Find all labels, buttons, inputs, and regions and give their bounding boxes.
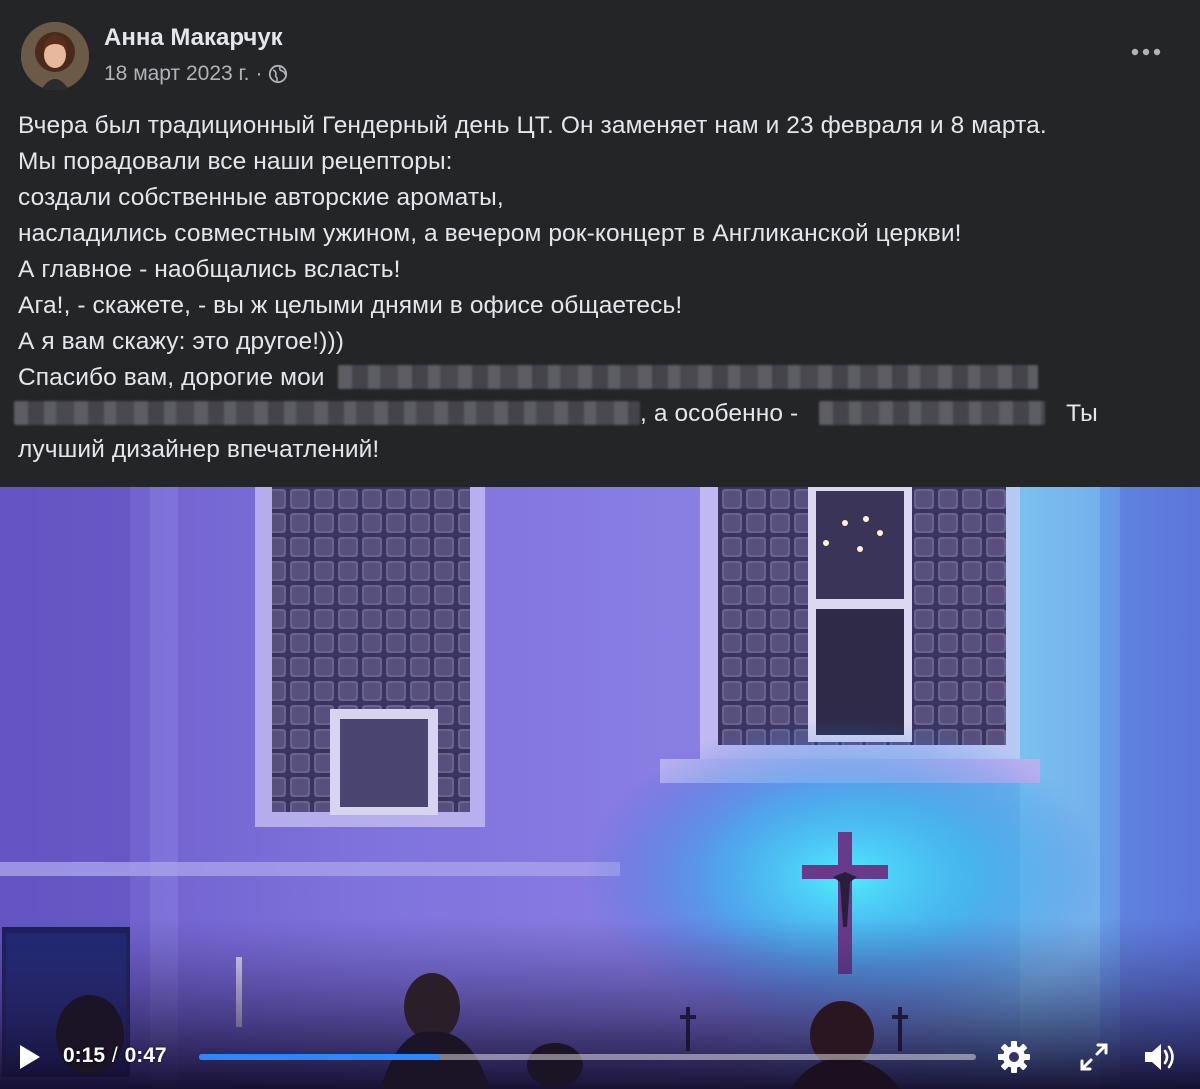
especially-text: , а особенно -	[640, 400, 799, 427]
fullscreen-icon	[1080, 1043, 1108, 1071]
globe-icon	[268, 64, 288, 84]
video-controls: 0:15 / 0:47	[0, 1022, 1200, 1089]
post-text-line: создали собственные авторские ароматы,	[18, 184, 504, 211]
post-text-line-especially: , а особенно - Ты	[14, 396, 1188, 432]
meta-separator: ·	[255, 62, 263, 85]
video-progress-fill	[199, 1054, 440, 1060]
settings-button[interactable]	[996, 1039, 1032, 1075]
more-horizontal-icon	[1131, 48, 1161, 56]
blurred-mentions	[14, 401, 640, 425]
you-text: Ты	[1066, 400, 1098, 427]
post-date[interactable]: 18 март 2023 г.	[104, 62, 249, 86]
current-time: 0:15	[63, 1044, 106, 1067]
thanks-text: Спасибо вам, дорогие мои	[18, 364, 325, 391]
post-text-line: А я вам скажу: это другое!)))	[18, 328, 344, 355]
blurred-mention	[819, 401, 1046, 425]
post-text-line: насладились совместным ужином, а вечером…	[18, 220, 962, 247]
post-text-line: лучший дизайнер впечатлений!	[18, 436, 380, 463]
post-text-line-thanks: Спасибо вам, дорогие мои	[18, 360, 1188, 396]
video-time: 0:15 / 0:47	[63, 1044, 167, 1068]
video-progress-bar[interactable]	[199, 1054, 976, 1060]
post-text: Вчера был традиционный Гендерный день ЦТ…	[14, 108, 1188, 468]
video-player[interactable]: 0:15 / 0:47	[0, 487, 1200, 1089]
fullscreen-button[interactable]	[1076, 1039, 1112, 1075]
gear-icon	[998, 1041, 1030, 1073]
volume-button[interactable]	[1142, 1039, 1178, 1075]
post-text-line: Мы порадовали все наши рецепторы:	[18, 148, 453, 175]
facebook-post: Анна Макарчук 18 март 2023 г. · Вчера бы…	[0, 0, 1200, 1089]
post-text-line: Ага!, - скажете, - вы ж целыми днями в о…	[18, 292, 683, 319]
blurred-mentions	[337, 365, 1038, 389]
post-text-line: А главное - наобщались всласть!	[18, 256, 401, 283]
play-button[interactable]	[14, 1042, 44, 1072]
author-name[interactable]: Анна Макарчук	[104, 24, 283, 52]
time-separator: /	[111, 1044, 118, 1067]
play-icon	[20, 1045, 40, 1069]
author-avatar[interactable]	[21, 22, 89, 90]
volume-icon	[1145, 1044, 1174, 1070]
more-options-button[interactable]	[1126, 36, 1166, 68]
duration: 0:47	[124, 1044, 167, 1067]
video-frame	[0, 487, 1200, 1089]
post-text-line: Вчера был традиционный Гендерный день ЦТ…	[18, 112, 1047, 139]
post-meta: 18 март 2023 г. ·	[104, 62, 288, 86]
